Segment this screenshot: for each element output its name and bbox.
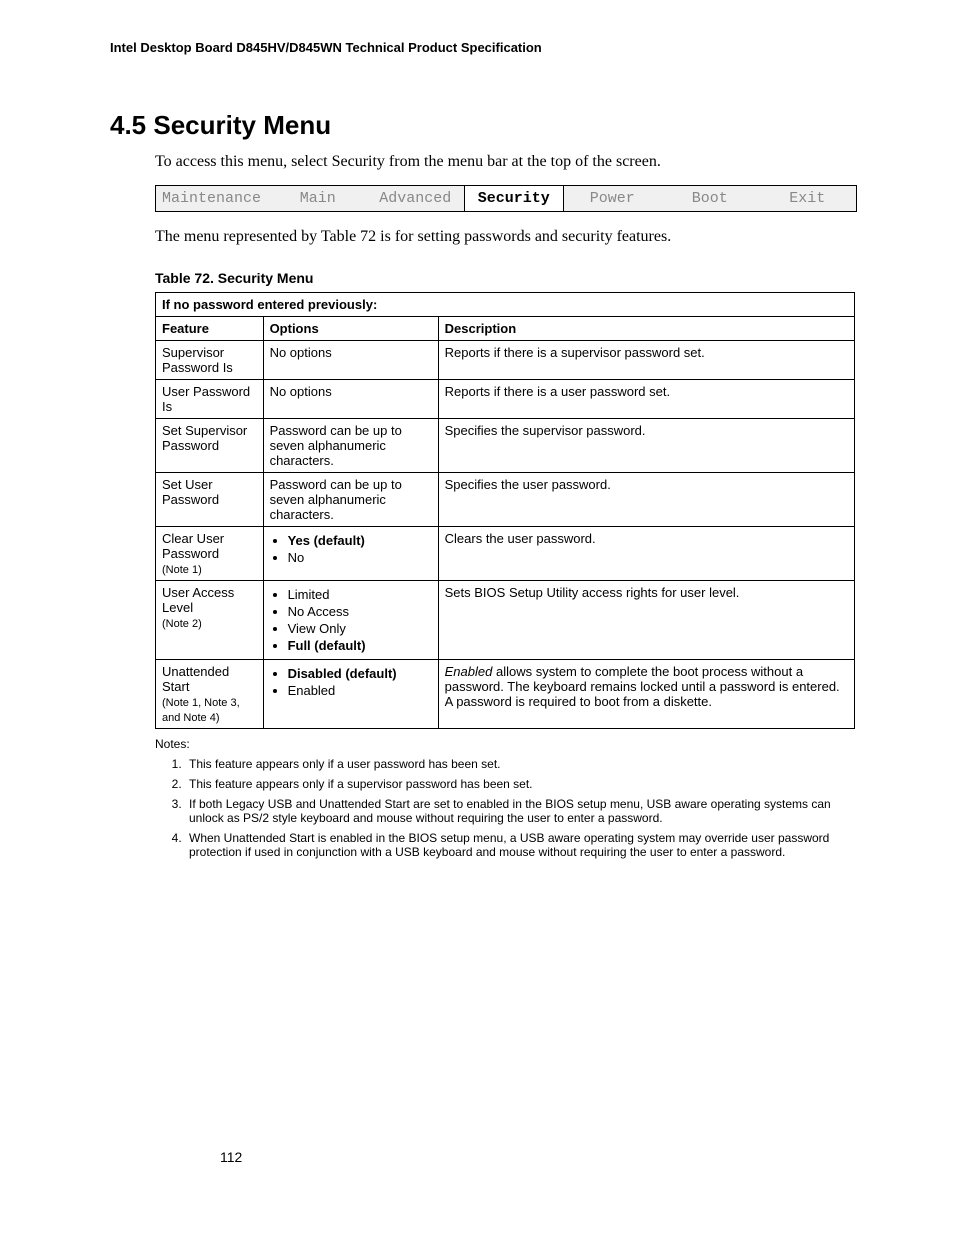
- cell-description: Specifies the user password.: [438, 473, 854, 527]
- table-row: Set User PasswordPassword can be up to s…: [156, 473, 855, 527]
- notes-label: Notes:: [155, 737, 855, 751]
- cell-description: Reports if there is a supervisor passwor…: [438, 341, 854, 380]
- table-banner: If no password entered previously:: [156, 293, 855, 317]
- menubar-item-boot: Boot: [661, 186, 759, 211]
- cell-options: Password can be up to seven alphanumeric…: [263, 473, 438, 527]
- table-row: Supervisor Password IsNo optionsReports …: [156, 341, 855, 380]
- table-row: Clear User Password(Note 1)Yes (default)…: [156, 527, 855, 581]
- cell-description: Enabled allows system to complete the bo…: [438, 660, 854, 729]
- option-item: No Access: [288, 604, 432, 619]
- col-options: Options: [263, 317, 438, 341]
- note-item: When Unattended Start is enabled in the …: [185, 831, 855, 859]
- table-caption: The menu represented by Table 72 is for …: [155, 228, 874, 246]
- menubar-item-main: Main: [269, 186, 367, 211]
- running-header: Intel Desktop Board D845HV/D845WN Techni…: [110, 40, 874, 55]
- option-item: Disabled (default): [288, 666, 432, 681]
- menubar-item-advanced: Advanced: [367, 186, 465, 211]
- cell-description: Clears the user password.: [438, 527, 854, 581]
- option-item: Limited: [288, 587, 432, 602]
- menubar-item-power: Power: [564, 186, 662, 211]
- cell-description: Sets BIOS Setup Utility access rights fo…: [438, 581, 854, 660]
- cell-options: Password can be up to seven alphanumeric…: [263, 419, 438, 473]
- cell-feature: Set Supervisor Password: [156, 419, 264, 473]
- cell-options: Limited No Access View Only Full (default): [263, 581, 438, 660]
- option-item: No: [288, 550, 432, 565]
- table-row: User Password IsNo optionsReports if the…: [156, 380, 855, 419]
- cell-feature: Clear User Password(Note 1): [156, 527, 264, 581]
- option-item: Full (default): [288, 638, 432, 653]
- cell-feature: Set User Password: [156, 473, 264, 527]
- security-menu-table: If no password entered previously: Featu…: [155, 292, 855, 729]
- menubar-item-maintenance: Maintenance: [156, 186, 269, 211]
- cell-description: Reports if there is a user password set.: [438, 380, 854, 419]
- table-row: Set Supervisor PasswordPassword can be u…: [156, 419, 855, 473]
- cell-options: Disabled (default) Enabled: [263, 660, 438, 729]
- cell-description: Specifies the supervisor password.: [438, 419, 854, 473]
- note-item: This feature appears only if a user pass…: [185, 757, 855, 771]
- table-row: User Access Level(Note 2) Limited No Acces…: [156, 581, 855, 660]
- section-heading: 4.5 Security Menu: [110, 110, 874, 141]
- option-item: Enabled: [288, 683, 432, 698]
- cell-options: No options: [263, 380, 438, 419]
- table-row: Unattended Start(Note 1, Note 3, and Not…: [156, 660, 855, 729]
- cell-feature: User Access Level(Note 2): [156, 581, 264, 660]
- intro-text: To access this menu, select Security fro…: [155, 153, 874, 171]
- note-item: This feature appears only if a superviso…: [185, 777, 855, 791]
- cell-feature: Supervisor Password Is: [156, 341, 264, 380]
- cell-feature: User Password Is: [156, 380, 264, 419]
- menubar-item-exit: Exit: [759, 186, 857, 211]
- col-feature: Feature: [156, 317, 264, 341]
- cell-feature: Unattended Start(Note 1, Note 3, and Not…: [156, 660, 264, 729]
- col-description: Description: [438, 317, 854, 341]
- notes-block: Notes: This feature appears only if a us…: [155, 737, 855, 859]
- menubar-item-security: Security: [464, 186, 564, 211]
- option-item: View Only: [288, 621, 432, 636]
- cell-options: No options: [263, 341, 438, 380]
- table-title: Table 72. Security Menu: [155, 270, 874, 286]
- page-number: 112: [220, 1149, 242, 1165]
- bios-menubar: MaintenanceMainAdvancedSecurityPowerBoot…: [155, 185, 857, 212]
- note-item: If both Legacy USB and Unattended Start …: [185, 797, 855, 825]
- cell-options: Yes (default) No: [263, 527, 438, 581]
- option-item: Yes (default): [288, 533, 432, 548]
